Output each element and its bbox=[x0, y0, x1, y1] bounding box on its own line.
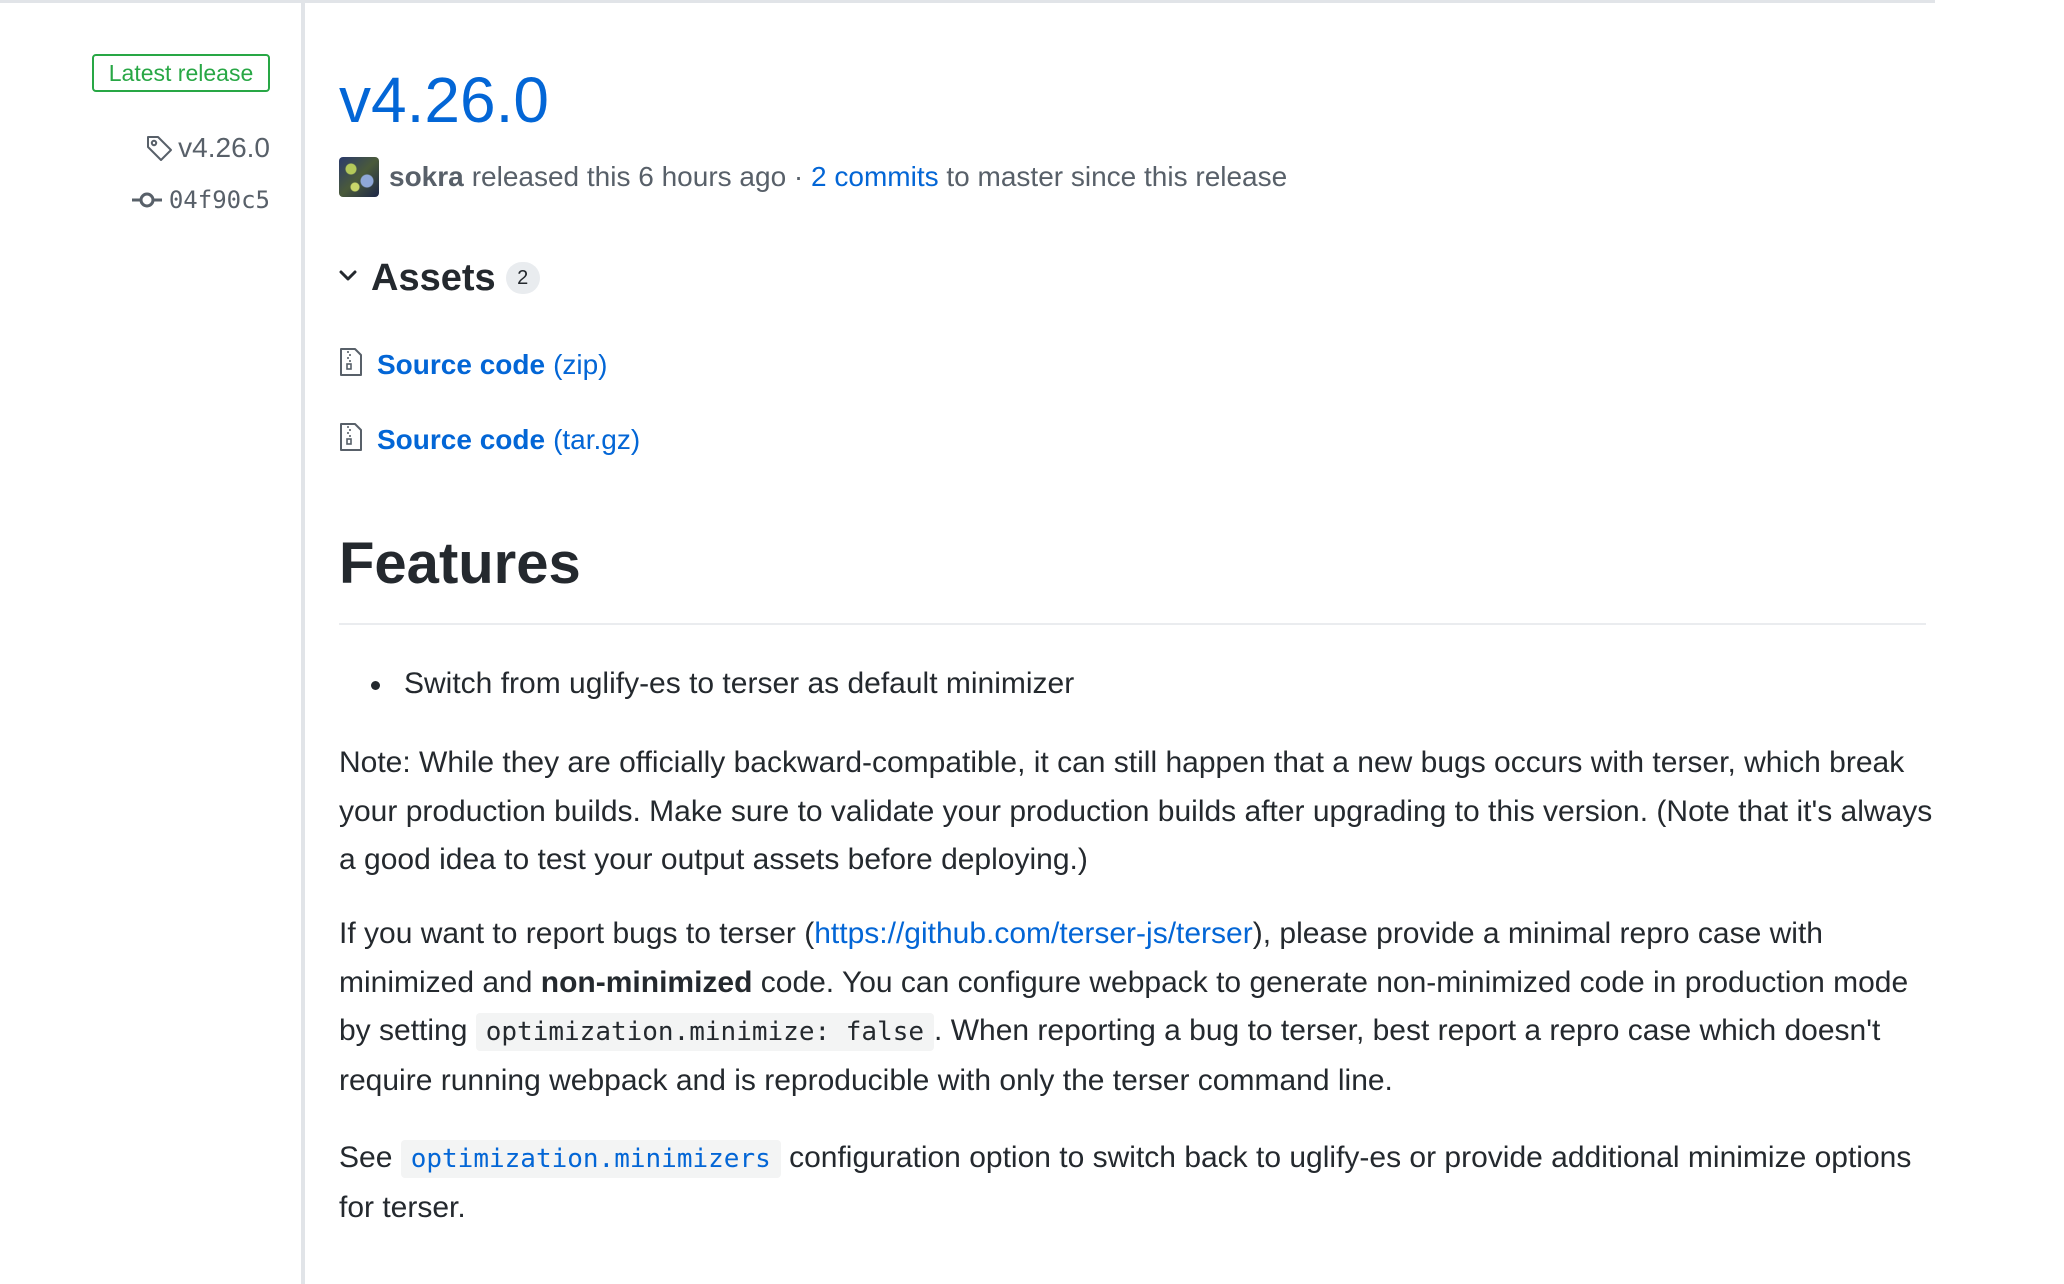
note-paragraph: Note: While they are officially backward… bbox=[339, 746, 1933, 876]
release-title[interactable]: v4.26.0 bbox=[339, 58, 549, 142]
release-byline: sokra released this 6 hours ago · 2 comm… bbox=[339, 156, 1287, 198]
tag-icon bbox=[144, 133, 174, 163]
features-heading: Features bbox=[339, 531, 581, 596]
file-zip-icon bbox=[339, 347, 377, 384]
assets-toggle[interactable]: Assets 2 bbox=[339, 256, 540, 300]
commit-sha: 04f90c5 bbox=[168, 186, 270, 214]
asset-source-zip[interactable]: Source code (zip) bbox=[339, 345, 608, 385]
heading-divider bbox=[339, 623, 1926, 625]
assets-count-badge: 2 bbox=[505, 262, 540, 294]
emphasis-text: non-minimized bbox=[540, 965, 753, 999]
asset-name: Source code bbox=[377, 424, 546, 455]
latest-release-badge: Latest release bbox=[92, 54, 270, 92]
release-tag[interactable]: v4.26.0 bbox=[144, 130, 270, 166]
see-paragraph: See optimization.minimizers configuratio… bbox=[339, 1134, 1939, 1232]
avatar[interactable] bbox=[339, 157, 379, 197]
asset-type: (zip) bbox=[553, 349, 608, 380]
chevron-down-icon bbox=[339, 269, 371, 287]
features-list: Switch from uglify-es to terser as defau… bbox=[339, 660, 1074, 708]
assets-title: Assets bbox=[371, 256, 496, 299]
list-item: Switch from uglify-es to terser as defau… bbox=[339, 660, 1074, 708]
commits-link[interactable]: 2 commits bbox=[811, 161, 939, 193]
timeline-divider bbox=[301, 0, 305, 1284]
asset-type: (tar.gz) bbox=[553, 424, 641, 455]
top-divider bbox=[0, 0, 1935, 3]
git-commit-icon bbox=[131, 189, 163, 211]
author-name[interactable]: sokra bbox=[389, 161, 464, 193]
tag-label: v4.26.0 bbox=[178, 132, 270, 163]
asset-source-targz[interactable]: Source code (tar.gz) bbox=[339, 420, 640, 460]
commits-suffix: to master since this release bbox=[946, 161, 1288, 192]
report-paragraph: If you want to report bugs to terser (ht… bbox=[339, 910, 1939, 1105]
inline-code: optimization.minimize: false bbox=[475, 1013, 935, 1051]
released-text: released this 6 hours ago · bbox=[471, 161, 804, 192]
minimizers-doc-link[interactable]: optimization.minimizers bbox=[400, 1140, 781, 1178]
file-zip-icon bbox=[339, 422, 377, 459]
report-text: If you want to report bugs to terser ( bbox=[339, 917, 815, 950]
release-commit[interactable]: 04f90c5 bbox=[131, 182, 270, 218]
terser-repo-link[interactable]: https://github.com/terser-js/terser bbox=[814, 917, 1253, 950]
release-page: Latest release v4.26.0 04f90c5 v4.26.0 s… bbox=[0, 0, 2064, 1284]
asset-name: Source code bbox=[377, 349, 546, 380]
see-text: See bbox=[339, 1141, 401, 1174]
